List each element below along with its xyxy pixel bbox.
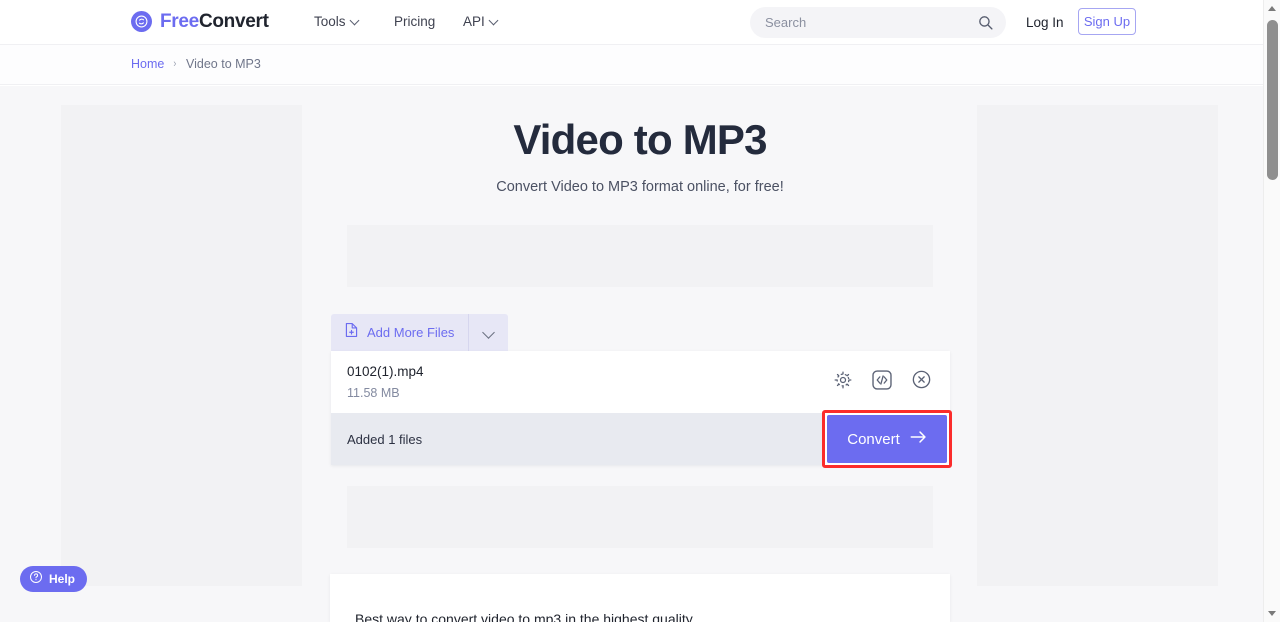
gear-icon[interactable] <box>833 370 853 395</box>
chevron-down-icon <box>490 16 499 25</box>
ad-placeholder-bottom <box>347 486 933 548</box>
login-link[interactable]: Log In <box>1026 15 1064 30</box>
convert-button[interactable]: Convert <box>827 415 947 463</box>
chevron-down-icon <box>351 16 360 25</box>
breadcrumb-bar: Home › Video to MP3 <box>0 45 1263 85</box>
scroll-down-button[interactable] <box>1264 605 1280 622</box>
convert-button-label: Convert <box>847 430 900 448</box>
ad-placeholder-left <box>61 105 302 586</box>
file-plus-icon <box>344 322 359 343</box>
article-heading: Best way to convert video to mp3 in the … <box>355 611 693 622</box>
close-circle-icon[interactable] <box>911 369 932 395</box>
page-scrollbar[interactable] <box>1263 0 1280 622</box>
file-actions <box>833 369 932 396</box>
add-more-files-dropdown[interactable] <box>468 314 508 351</box>
arrow-right-icon <box>910 430 927 448</box>
page-title: Video to MP3 <box>513 116 767 163</box>
nav-pricing-label: Pricing <box>394 14 436 29</box>
code-icon[interactable] <box>871 369 893 396</box>
add-more-files-tab: Add More Files <box>331 314 509 351</box>
file-meta: 0102(1).mp4 11.58 MB <box>347 363 833 401</box>
added-files-status: Added 1 files <box>347 431 423 447</box>
breadcrumb-separator-icon: › <box>173 58 177 70</box>
arrow-up-icon <box>1268 6 1276 11</box>
breadcrumb: Home › Video to MP3 <box>131 57 261 71</box>
add-more-files-button[interactable]: Add More Files <box>331 314 468 351</box>
search-icon[interactable] <box>977 14 994 36</box>
nav-api-label: API <box>463 14 485 29</box>
page-viewport: FreeConvert Tools Pricing API Search Log… <box>0 0 1263 622</box>
refresh-circle-icon <box>131 11 152 32</box>
browser-page: FreeConvert Tools Pricing API Search Log… <box>0 0 1280 622</box>
scroll-up-button[interactable] <box>1264 0 1280 17</box>
breadcrumb-home-link[interactable]: Home <box>131 57 164 71</box>
site-logo[interactable]: FreeConvert <box>131 11 269 32</box>
nav-item-api[interactable]: API <box>463 14 499 29</box>
main-content: Video to MP3 Convert Video to MP3 format… <box>330 86 950 622</box>
add-more-files-label: Add More Files <box>367 325 455 340</box>
help-widget[interactable]: Help <box>20 566 88 592</box>
logo-text-convert: Convert <box>198 11 269 32</box>
breadcrumb-current: Video to MP3 <box>186 57 261 71</box>
logo-wordmark: FreeConvert <box>160 12 269 31</box>
signup-button[interactable]: Sign Up <box>1078 8 1136 35</box>
ad-placeholder-top <box>347 225 933 287</box>
nav-tools-label: Tools <box>314 14 346 29</box>
ad-placeholder-right <box>977 105 1218 586</box>
search-box[interactable] <box>750 7 1006 38</box>
file-row: 0102(1).mp4 11.58 MB <box>331 351 950 413</box>
logo-text-free: Free <box>160 11 199 32</box>
search-input[interactable] <box>765 15 960 30</box>
file-name: 0102(1).mp4 <box>347 364 424 380</box>
scrollbar-thumb[interactable] <box>1267 20 1278 180</box>
top-navbar: FreeConvert Tools Pricing API Search Log… <box>0 0 1263 45</box>
question-circle-icon <box>29 570 43 589</box>
nav-item-pricing[interactable]: Pricing <box>394 14 435 29</box>
help-label: Help <box>49 572 76 586</box>
page-subtitle: Convert Video to MP3 format online, for … <box>496 179 784 195</box>
article-card: Best way to convert video to mp3 in the … <box>330 574 950 622</box>
arrow-down-icon <box>1268 611 1276 616</box>
nav-item-tools[interactable]: Tools <box>314 14 360 29</box>
file-size: 11.58 MB <box>347 385 400 400</box>
chevron-down-icon <box>483 327 495 339</box>
